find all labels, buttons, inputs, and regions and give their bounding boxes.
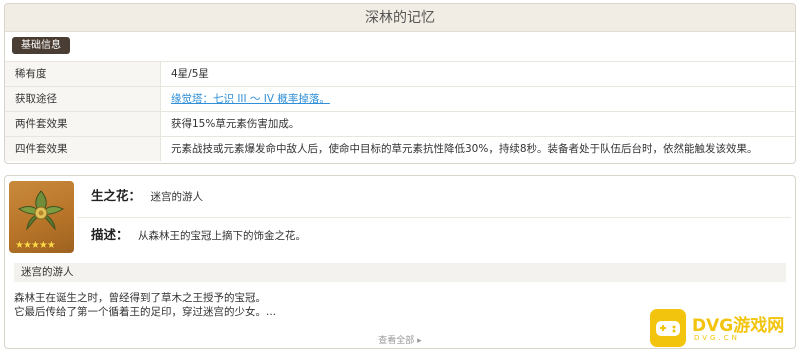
watermark-text: DVG游戏网 <box>692 316 785 336</box>
gamepad-logo-icon <box>650 309 686 347</box>
info-key: 稀有度 <box>5 62 161 86</box>
tab-bar: 基础信息 <box>5 32 795 58</box>
set-title: 深林的记忆 <box>5 4 795 32</box>
slot-line: 生之花： 迷宫的游人 <box>91 186 203 206</box>
slot-label: 生之花： <box>91 188 142 203</box>
tab-basic-info[interactable]: 基础信息 <box>12 37 70 54</box>
info-table: 稀有度 4星/5星 获取途径 缘觉塔：七识 III ～ IV 概率掉落。 两件套… <box>5 61 795 161</box>
info-key: 两件套效果 <box>5 112 161 136</box>
info-row-source: 获取途径 缘觉塔：七识 III ～ IV 概率掉落。 <box>5 86 795 111</box>
story-title: 迷宫的游人 <box>14 263 786 282</box>
rarity-stars: ★★★★★ <box>15 240 56 251</box>
info-key: 四件套效果 <box>5 137 161 161</box>
flower-of-life-icon: ★★★★★ <box>9 181 74 253</box>
info-value: 4星/5星 <box>171 68 209 80</box>
story-line: 它最后传给了第一个循着王的足印，穿过迷宫的少女。... <box>14 306 277 318</box>
artifact-header: ★★★★★ 生之花： 迷宫的游人 描述： 从森林王的宝冠上摘下的饰金之花。 <box>5 176 795 258</box>
desc-line: 描述： 从森林王的宝冠上摘下的饰金之花。 <box>91 225 306 245</box>
info-row-2pc: 两件套效果 获得15%草元素伤害加成。 <box>5 111 795 136</box>
info-row-rarity: 稀有度 4星/5星 <box>5 61 795 86</box>
story-text: 森林王在诞生之时，曾经得到了草木之王授予的宝冠。 它最后传给了第一个循着王的足印… <box>14 291 714 319</box>
slot-value: 迷宫的游人 <box>150 191 204 203</box>
desc-label: 描述： <box>91 227 129 242</box>
watermark-sub: DVG.CN <box>694 334 740 342</box>
story-line: 森林王在诞生之时，曾经得到了草木之王授予的宝冠。 <box>14 292 266 304</box>
set-info-card: 深林的记忆 基础信息 稀有度 4星/5星 获取途径 缘觉塔：七识 III ～ I… <box>4 3 796 164</box>
info-row-4pc: 四件套效果 元素战技或元素爆发命中敌人后，使命中目标的草元素抗性降低30%，持续… <box>5 136 795 161</box>
source-link[interactable]: 缘觉塔：七识 III ～ IV 概率掉落。 <box>161 87 795 111</box>
info-value: 元素战技或元素爆发命中敌人后，使命中目标的草元素抗性降低30%，持续8秒。装备者… <box>171 143 758 155</box>
site-watermark: DVG游戏网 DVG.CN <box>650 309 796 347</box>
info-key: 获取途径 <box>5 87 161 111</box>
divider <box>77 217 791 218</box>
desc-value: 从森林王的宝冠上摘下的饰金之花。 <box>138 230 307 242</box>
info-value: 获得15%草元素伤害加成。 <box>171 118 300 130</box>
